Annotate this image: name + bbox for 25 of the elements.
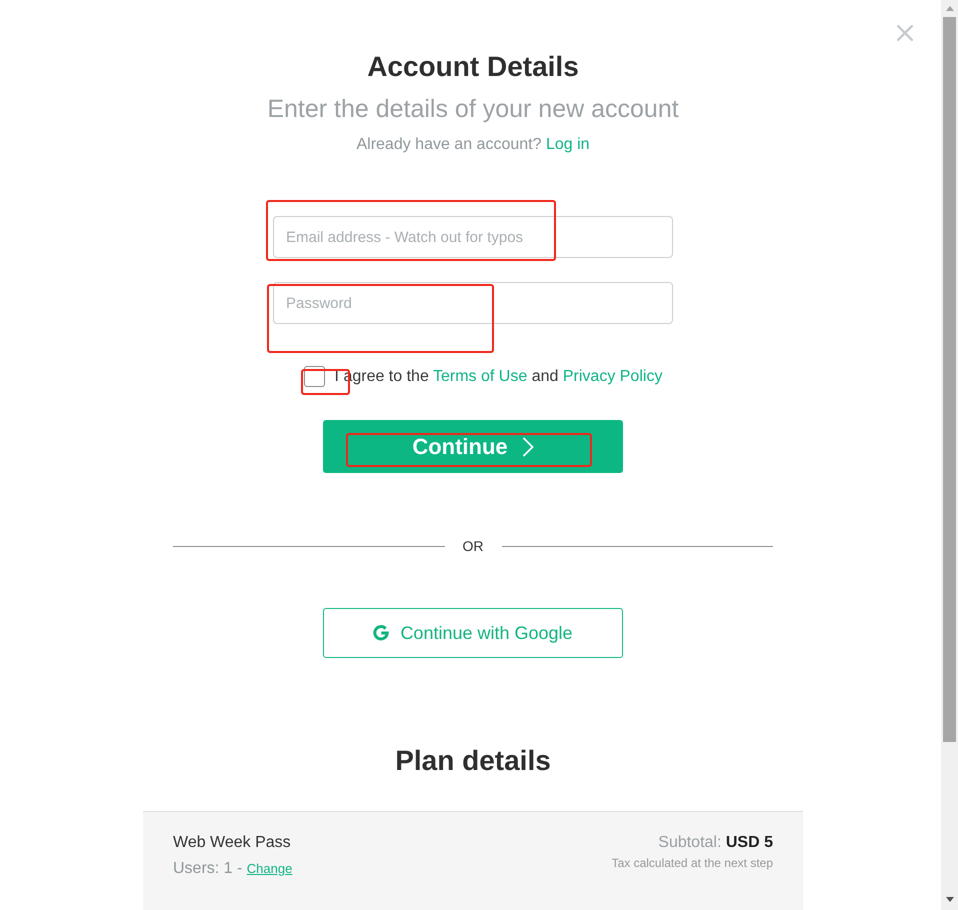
- subtotal: Subtotal: USD 5: [657, 833, 773, 853]
- terms-checkbox[interactable]: [304, 366, 325, 387]
- policy-link[interactable]: Terms of Use: [433, 368, 528, 384]
- email-field[interactable]: Email address - Watch out for typos: [273, 216, 673, 258]
- plan-name: Web Week Pass: [173, 833, 292, 853]
- close-icon[interactable]: [897, 25, 913, 41]
- g-logo-icon: [373, 625, 390, 641]
- tax-note: Tax calculated at the next step: [612, 855, 773, 871]
- login-prompt: Already have an account? Log in: [356, 135, 590, 155]
- policy-link[interactable]: Privacy Policy: [562, 368, 662, 384]
- scrollbar-thumb[interactable]: [943, 17, 956, 742]
- login-link[interactable]: Log in: [546, 136, 590, 153]
- divider-label: OR: [462, 537, 484, 556]
- users-count: Users: 1 - Change: [173, 859, 292, 879]
- password-field[interactable]: Password: [273, 282, 673, 324]
- page-title: Account Details: [367, 51, 579, 83]
- scrollbar-track[interactable]: [941, 0, 958, 910]
- page-subtitle: Enter the details of your new account: [267, 94, 679, 124]
- social-login-button[interactable]: Continue with Google: [323, 608, 623, 658]
- section-title: Plan details: [395, 745, 551, 777]
- change-link[interactable]: Change: [246, 861, 292, 876]
- continue-button[interactable]: Continue: [323, 420, 623, 473]
- scroll-up-icon[interactable]: [946, 6, 954, 11]
- scroll-down-icon[interactable]: [946, 897, 954, 902]
- chevron-right-icon: [522, 436, 534, 456]
